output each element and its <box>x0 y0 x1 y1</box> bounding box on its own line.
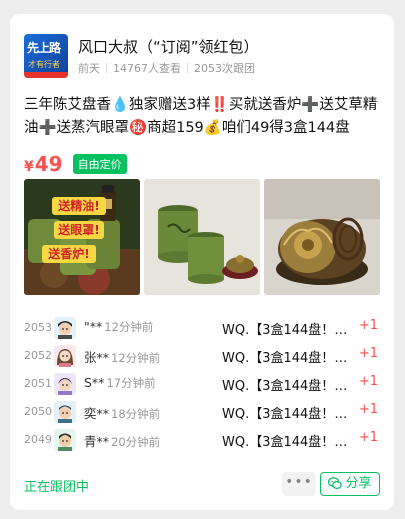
order-row[interactable]: 2050 奕**18分钟前 WQ.【3盒144盘！包邮】 +1 <box>24 398 380 426</box>
avatar[interactable] <box>54 373 76 395</box>
group-title[interactable]: 风口大叔（“订阅”领红包） <box>78 36 259 57</box>
avatar[interactable] <box>54 317 76 339</box>
order-item: WQ.【3盒144盘！包邮】 <box>222 323 352 338</box>
group-buy-card[interactable]: 先上路 才有行者 风口大叔（“订阅”领红包） 前天 14767人查看 2053次跟团… <box>10 14 394 510</box>
order-item: WQ.【3盒144盘！包邮】 <box>222 379 352 394</box>
buyer-name-text: 奕** <box>84 406 110 421</box>
more-button[interactable]: ••• <box>282 472 316 496</box>
svg-text:送香炉!: 送香炉! <box>47 246 89 261</box>
order-item: WQ.【3盒144盘！包邮】 <box>222 435 352 450</box>
svg-text:送精油!: 送精油! <box>57 198 99 213</box>
logo-text-sub: 才有行者 <box>28 60 60 69</box>
post-header: 先上路 才有行者 风口大叔（“订阅”领红包） 前天 14767人查看 2053次跟团 <box>24 34 380 80</box>
share-button[interactable]: 分享 <box>320 472 380 496</box>
order-number: 2050 <box>24 405 52 418</box>
promo-label-3: 送香炉! <box>42 245 96 263</box>
group-logo[interactable]: 先上路 才有行者 <box>24 34 68 78</box>
promo-label-2: 送眼罩! <box>54 221 104 239</box>
order-list: 2053 "**12分钟前 WQ.【3盒144盘！包邮】 +1 2052 张**… <box>24 314 380 454</box>
card-footer: 正在跟团中 ••• 分享 <box>24 472 380 498</box>
order-time: 12分钟前 <box>111 351 161 365</box>
avatar[interactable] <box>54 429 76 451</box>
buyer-name: S** 17分钟前 <box>84 375 156 391</box>
logo-text-main: 先上路 <box>27 41 61 55</box>
svg-text:送眼罩!: 送眼罩! <box>57 222 99 237</box>
buyer-name: "** 12分钟前 <box>84 319 153 335</box>
buyer-name: 张** 12分钟前 <box>84 347 160 366</box>
buyer-name: 青** 20分钟前 <box>84 431 160 450</box>
avatar[interactable] <box>54 345 76 367</box>
promo-image[interactable]: 送精油! 送眼罩! 送香炉! <box>24 179 140 295</box>
order-number: 2051 <box>24 377 52 390</box>
logo-red-bar <box>24 72 68 78</box>
promo-label-1: 送精油! <box>52 197 106 215</box>
cans-image[interactable] <box>144 179 260 295</box>
order-quantity: +1 <box>358 430 378 445</box>
order-quantity: +1 <box>358 374 378 389</box>
order-item: WQ.【3盒144盘！包邮】 <box>222 407 352 422</box>
order-quantity: +1 <box>358 402 378 417</box>
buyer-name-text: S** <box>84 375 105 390</box>
product-description[interactable]: 三年陈艾盘香💧独家赠送3样‼️买就送香炉➕送艾草精油➕送蒸汽眼罩㊙️商超159💰… <box>24 94 380 140</box>
buyer-name: 奕** 18分钟前 <box>84 403 160 422</box>
currency-symbol: ¥ <box>24 159 34 175</box>
order-time: 20分钟前 <box>111 435 161 449</box>
share-label: 分享 <box>345 476 372 491</box>
order-number: 2049 <box>24 433 52 446</box>
post-meta: 前天 14767人查看 2053次跟团 <box>78 60 255 76</box>
follow-count: 2053次跟团 <box>194 62 255 75</box>
price-value: 49 <box>34 152 63 176</box>
view-count: 14767人查看 <box>113 62 181 75</box>
price-bar: ¥49 自由定价 <box>24 152 127 176</box>
buyer-name-text: 张** <box>84 350 110 365</box>
meta-divider <box>106 63 107 73</box>
meta-divider <box>187 63 188 73</box>
order-quantity: +1 <box>358 318 378 333</box>
order-time: 18分钟前 <box>111 407 161 421</box>
burner-image[interactable] <box>264 179 380 295</box>
order-number: 2053 <box>24 321 52 334</box>
order-row[interactable]: 2053 "**12分钟前 WQ.【3盒144盘！包邮】 +1 <box>24 314 380 342</box>
buyer-name-text: 青** <box>84 434 110 449</box>
order-number: 2052 <box>24 349 52 362</box>
order-quantity: +1 <box>358 346 378 361</box>
product-price: ¥49 <box>24 152 63 176</box>
order-row[interactable]: 2049 青**20分钟前 WQ.【3盒144盘！包邮】 +1 <box>24 426 380 454</box>
order-time: 17分钟前 <box>106 376 156 390</box>
order-time: 12分钟前 <box>104 320 154 334</box>
order-item: WQ.【3盒144盘！包邮】 <box>222 351 352 366</box>
order-row[interactable]: 2051 S**17分钟前 WQ.【3盒144盘！包邮】 +1 <box>24 370 380 398</box>
order-row[interactable]: 2052 张**12分钟前 WQ.【3盒144盘！包邮】 +1 <box>24 342 380 370</box>
product-images: 送精油! 送眼罩! 送香炉! <box>24 179 380 295</box>
avatar[interactable] <box>54 401 76 423</box>
group-status[interactable]: 正在跟团中 <box>24 476 89 495</box>
price-tag: 自由定价 <box>72 154 127 174</box>
wechat-icon <box>328 477 343 490</box>
buyer-name-text: "** <box>84 319 103 334</box>
post-time: 前天 <box>78 62 100 75</box>
